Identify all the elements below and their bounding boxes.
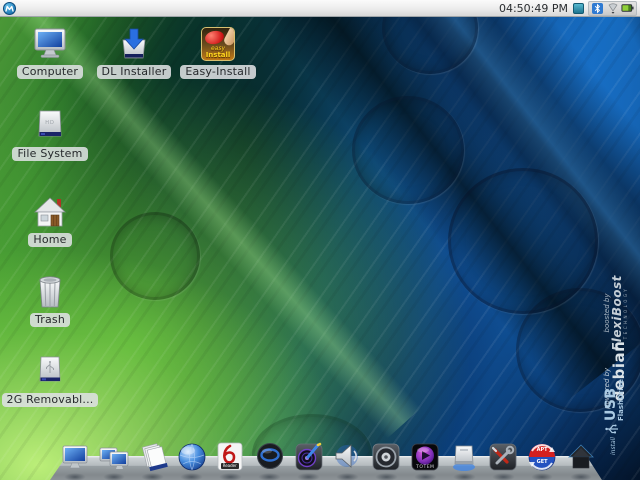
water-ripple: [110, 212, 200, 300]
dock-item-desktop-monitor-icon[interactable]: [60, 442, 90, 480]
menu-logo-icon[interactable]: [3, 1, 16, 15]
desktop-icon-label: Home: [28, 233, 72, 247]
system-tray: [588, 0, 637, 16]
desktop-icon-label: 2G Removabl...: [1, 393, 99, 407]
app-indicator-icon[interactable]: [573, 2, 584, 14]
easy-install-icon: easy Install: [199, 26, 237, 62]
home-icon: [31, 194, 69, 230]
dock-item-disc-burner-icon[interactable]: [294, 442, 324, 480]
computer-monitor-icon: [31, 26, 69, 62]
dock-item-disk-mounter-icon[interactable]: [449, 442, 479, 480]
desktop-icon-dl-installer[interactable]: DL Installer: [90, 26, 178, 79]
easy-install-icon-text-2: Install: [205, 51, 231, 59]
dock-item-pdf-reader-icon[interactable]: Reader: [216, 442, 246, 480]
desktop-icon-label: File System: [12, 147, 88, 161]
desktop-icon-easy-install[interactable]: easy Install Easy-Install: [170, 26, 266, 79]
dock-item-volume-icon[interactable]: [332, 442, 362, 480]
desktop-icon-trash[interactable]: Trash: [6, 274, 94, 327]
dock: Reader TOTEM APT GET: [60, 438, 596, 480]
desktop-icon-removable-drive[interactable]: 2G Removabl...: [0, 354, 100, 407]
battery-icon[interactable]: [621, 2, 634, 14]
water-ripple: [516, 288, 640, 412]
bluetooth-icon[interactable]: [591, 2, 604, 14]
desktop-icon-label: Trash: [29, 313, 71, 327]
dock-item-package-manager-icon[interactable]: APT GET: [527, 442, 557, 480]
dock-item-system-tools-icon[interactable]: [488, 442, 518, 480]
desktop-icon-home[interactable]: Home: [6, 194, 94, 247]
dock-item-web-browser-icon[interactable]: [177, 442, 207, 480]
dock-item-display-settings-icon[interactable]: [99, 442, 129, 480]
desktop-icon-label: Computer: [16, 65, 84, 79]
usb-drive-icon: [31, 354, 69, 390]
clock: 04:50:49 PM: [498, 1, 568, 15]
dock-item-file-manager-icon[interactable]: [138, 442, 168, 480]
dock-item-totem-icon[interactable]: TOTEM: [410, 442, 440, 480]
trash-icon: [31, 274, 69, 310]
desktop-icon-computer[interactable]: Computer: [6, 26, 94, 79]
water-ripple: [352, 96, 464, 204]
desktop-screen: boosted by FlexiBoost TECHNOLOGY powered…: [0, 0, 640, 480]
wireless-icon[interactable]: [606, 2, 619, 14]
easy-install-red-button: [203, 29, 226, 46]
hard-drive-icon-text: HD: [45, 120, 55, 126]
desktop-icon-label: DL Installer: [96, 65, 172, 79]
dock-item-audio-mixer-icon[interactable]: [371, 442, 401, 480]
dl-installer-icon: [115, 26, 153, 62]
desktop-icon-label: Easy-Install: [180, 65, 256, 79]
desktop-icon-file-system[interactable]: HD File System: [6, 108, 94, 161]
hard-drive-icon: HD: [31, 108, 69, 144]
dock-item-media-player-lens-icon[interactable]: [255, 442, 285, 480]
dock-item-up-arrow-icon[interactable]: [566, 442, 596, 480]
menubar: 04:50:49 PM: [0, 0, 640, 17]
